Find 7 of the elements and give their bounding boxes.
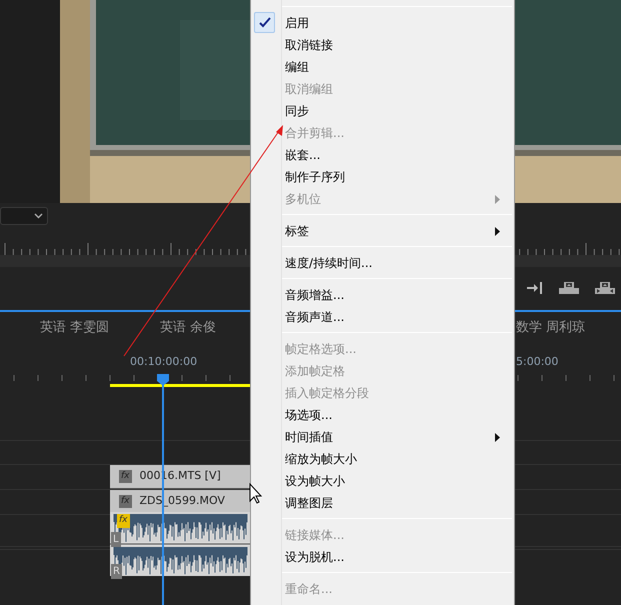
timecode: 00:10:00:00 xyxy=(130,354,198,370)
fx-badge: fx xyxy=(117,514,130,528)
channel-label: L xyxy=(111,532,121,547)
timecode: 5:00:00 xyxy=(516,354,558,370)
channel-label: R xyxy=(111,564,122,579)
fx-badge: fx xyxy=(119,470,132,484)
fx-badge: fx xyxy=(119,494,132,508)
